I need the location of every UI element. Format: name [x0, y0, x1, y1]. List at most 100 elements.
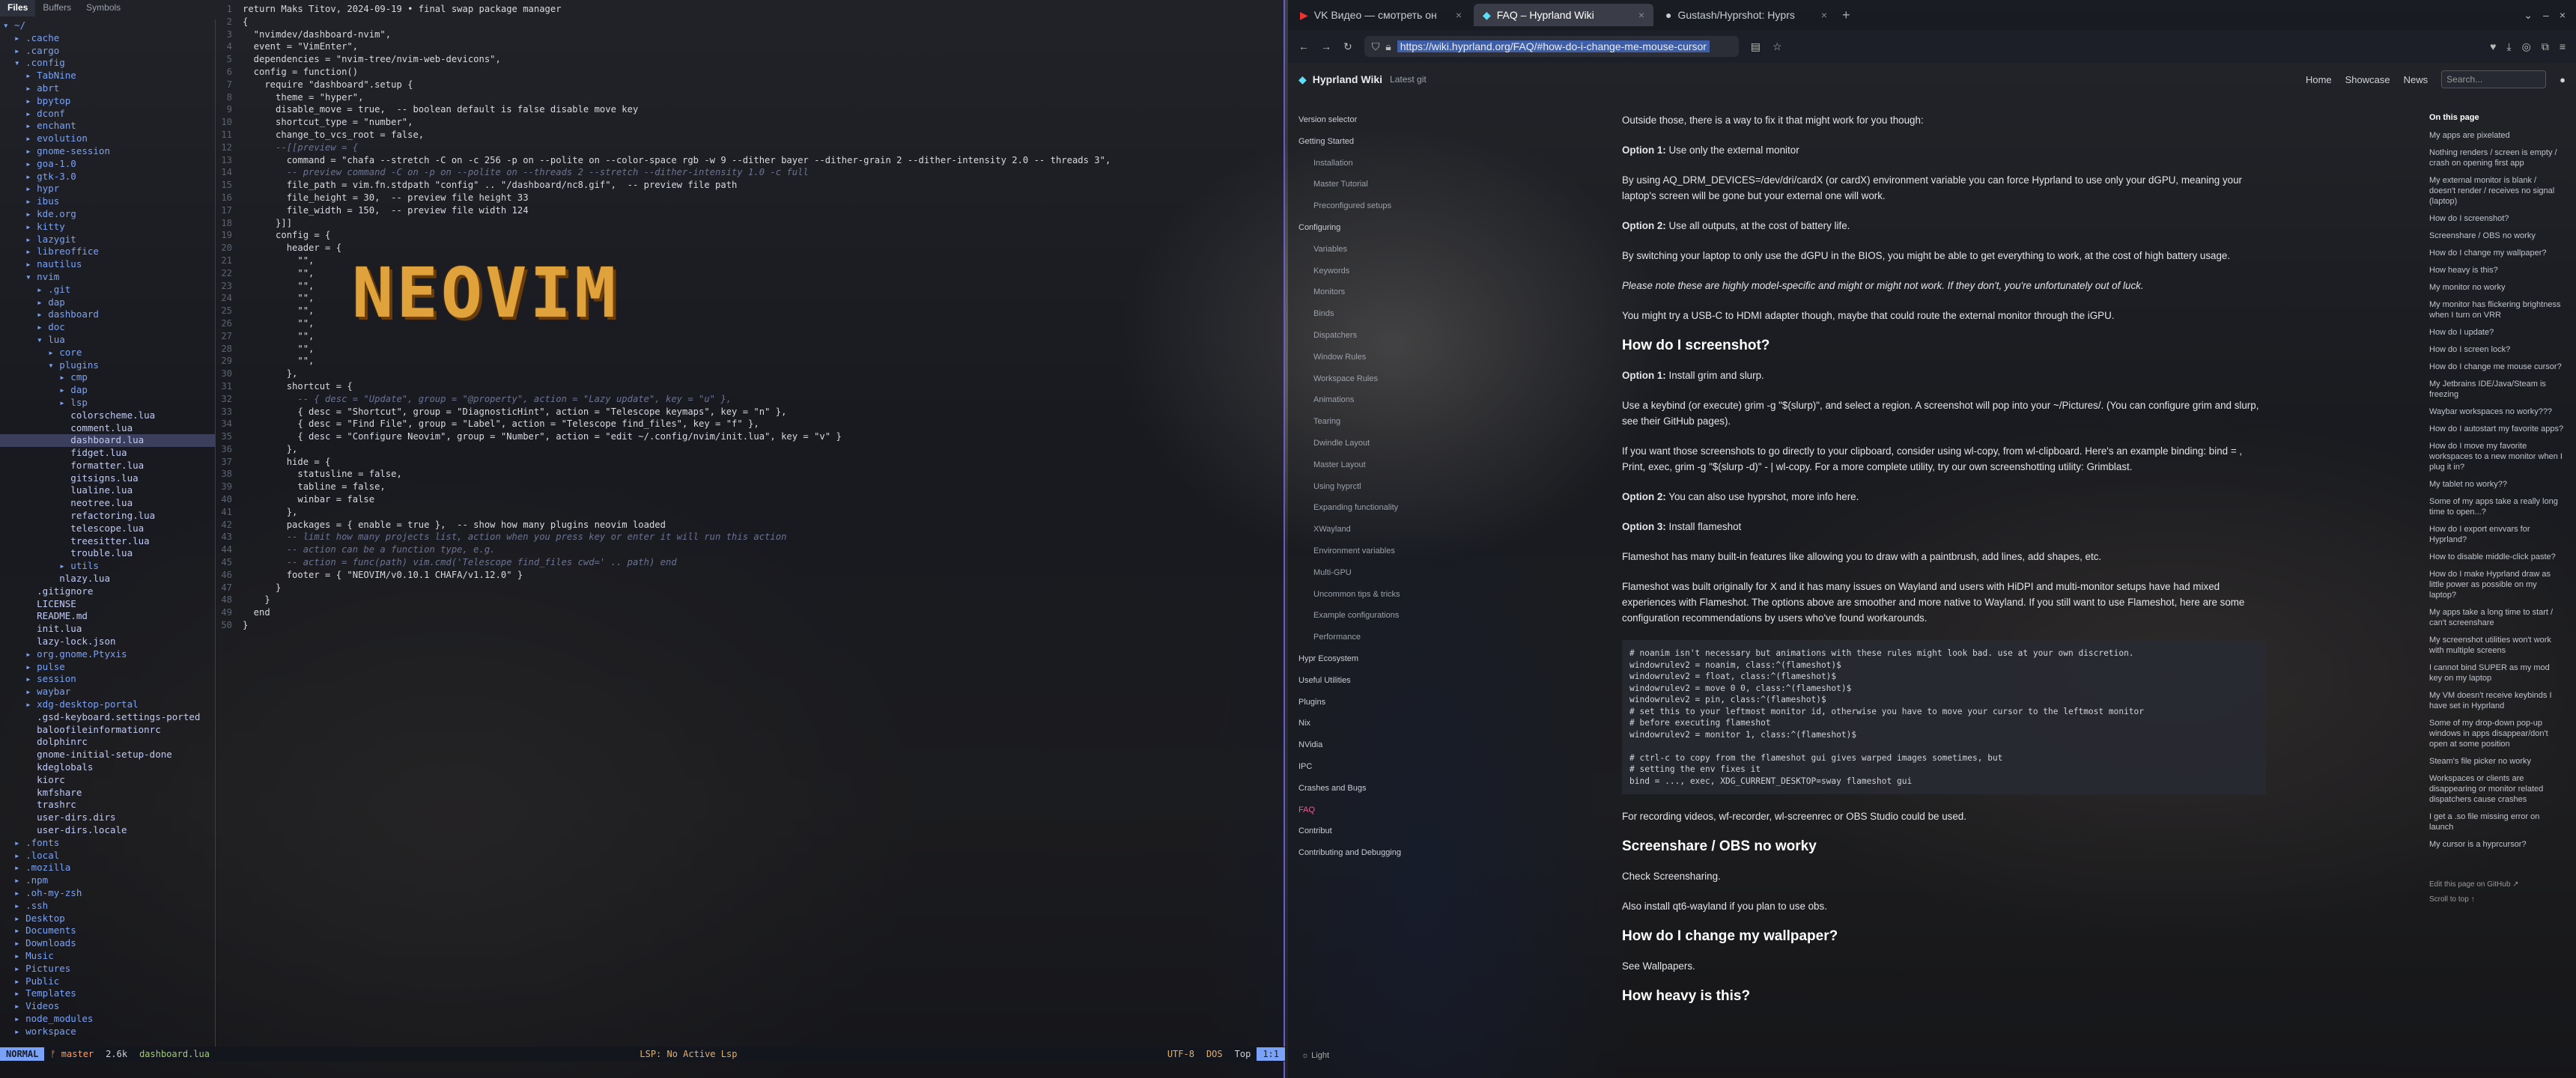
tree-folder[interactable]: ▸ gtk-3.0 [0, 171, 215, 183]
tree-folder[interactable]: ▸ org.gnome.Ptyxis [0, 648, 215, 661]
code-line[interactable]: 12 --[[preview = { [217, 141, 1281, 154]
tree-folder[interactable]: ▸ evolution [0, 133, 215, 145]
sidebar-item[interactable]: Dispatchers [1298, 325, 1426, 347]
code-line[interactable]: 32 -- { desc = "Update", group = "@prope… [217, 393, 1281, 406]
tree-folder[interactable]: ▸ bpytop [0, 95, 215, 108]
tree-file[interactable]: user-dirs.locale [0, 824, 215, 837]
sidebar-item[interactable]: Preconfigured setups [1298, 195, 1426, 217]
sidebar-item[interactable]: Installation [1298, 153, 1426, 174]
tree-folder[interactable]: ▸ dconf [0, 108, 215, 121]
back-icon[interactable]: ← [1298, 40, 1309, 52]
nav-news[interactable]: News [2404, 74, 2428, 85]
close-icon[interactable]: × [1456, 9, 1462, 21]
tree-file[interactable]: baloofileinformationrc [0, 724, 215, 737]
toc-footer-link[interactable]: Edit this page on GitHub ↗ [2429, 880, 2564, 890]
tree-folder[interactable]: ▸ lazygit [0, 234, 215, 246]
toc-item[interactable]: Workspaces or clients are disappearing o… [2429, 773, 2564, 805]
sidebar-item[interactable]: Using hyprctl [1298, 476, 1426, 498]
sidebar-item[interactable]: Configuring [1298, 217, 1426, 239]
tree-folder[interactable]: ▸ .cache [0, 32, 215, 45]
code-line[interactable]: 3 "nvimdev/dashboard-nvim", [217, 28, 1281, 41]
toc-footer-link[interactable]: Scroll to top ↑ [2429, 895, 2564, 905]
pocket-icon[interactable]: ♥ [2490, 40, 2496, 53]
code-line[interactable]: 13 command = "chafa --stretch -C on -c 2… [217, 154, 1281, 167]
toc-item[interactable]: I cannot bind SUPER as my mod key on my … [2429, 663, 2564, 683]
sidebar-item[interactable]: Nix [1298, 713, 1426, 734]
tree-file[interactable]: trashrc [0, 799, 215, 811]
browser-tab-faq[interactable]: ◆ FAQ – Hyprland Wiki × [1474, 4, 1653, 26]
sidebar-item[interactable]: XWayland [1298, 519, 1426, 540]
tree-folder[interactable]: ▸ dashboard [0, 308, 215, 321]
toc-item[interactable]: How do I export envvars for Hyprland? [2429, 524, 2564, 545]
tree-folder[interactable]: ▾ nvim [0, 271, 215, 284]
code-line[interactable]: 35 { desc = "Configure Neovim", group = … [217, 430, 1281, 443]
code-line[interactable]: 15 file_path = vim.fn.stdpath "config" .… [217, 179, 1281, 192]
tree-folder[interactable]: ▸ dap [0, 296, 215, 309]
code-line[interactable]: 40 winbar = false [217, 493, 1281, 506]
code-line[interactable]: 4 event = "VimEnter", [217, 40, 1281, 53]
toc-item[interactable]: My cursor is a hyprcursor? [2429, 839, 2564, 850]
sidebar-item[interactable]: Environment variables [1298, 540, 1426, 562]
tree-folder[interactable]: ▸ libreoffice [0, 246, 215, 258]
sidebar-item[interactable]: Expanding functionality [1298, 497, 1426, 519]
sidebar-item[interactable]: Contributing and Debugging [1298, 842, 1426, 864]
toc-item[interactable]: My apps take a long time to start / can'… [2429, 607, 2564, 628]
tree-file[interactable]: kmfshare [0, 787, 215, 800]
code-line[interactable]: 28 "", [217, 343, 1281, 356]
tree-file[interactable]: init.lua [0, 623, 215, 636]
toc-item[interactable]: How do I change me mouse cursor? [2429, 362, 2564, 372]
toc-item[interactable]: Steam's file picker no worky [2429, 756, 2564, 767]
nav-showcase[interactable]: Showcase [2345, 74, 2390, 85]
tree-folder[interactable]: ▸ hypr [0, 183, 215, 195]
code-line[interactable]: 10 shortcut_type = "number", [217, 116, 1281, 129]
tab-files[interactable]: Files [0, 0, 36, 16]
reader-icon[interactable]: ▤ [1751, 40, 1761, 53]
code-line[interactable]: 17 file_width = 150, -- preview file wid… [217, 204, 1281, 217]
tab-buffers[interactable]: Buffers [35, 0, 79, 16]
code-line[interactable]: 8 theme = "hyper", [217, 91, 1281, 104]
tree-file[interactable]: dashboard.lua [0, 434, 215, 448]
tree-file[interactable]: README.md [0, 610, 215, 623]
sidebar-item[interactable]: Binds [1298, 303, 1426, 325]
toc-item[interactable]: I get a .so file missing error on launch [2429, 811, 2564, 832]
tree-folder[interactable]: ▸ Documents [0, 925, 215, 937]
sidebar-item[interactable]: Master Tutorial [1298, 174, 1426, 195]
tree-file[interactable]: gitsigns.lua [0, 472, 215, 485]
toc-item[interactable]: How heavy is this? [2429, 265, 2564, 275]
toc-item[interactable]: How do I update? [2429, 327, 2564, 338]
theme-toggle[interactable]: ☼ Light [1301, 1051, 1329, 1060]
sidebar-item[interactable]: Crashes and Bugs [1298, 778, 1426, 800]
list-tabs-icon[interactable]: ⌄ [2524, 9, 2533, 22]
sidebar-item[interactable]: Contribut [1298, 820, 1426, 842]
tree-folder[interactable]: ▸ node_modules [0, 1013, 215, 1026]
code-line[interactable]: 2{ [217, 16, 1281, 28]
toc-item[interactable]: My Jetbrains IDE/Java/Steam is freezing [2429, 379, 2564, 400]
tree-folder[interactable]: ▸ .oh-my-zsh [0, 887, 215, 900]
toc-item[interactable]: How do I move my favorite workspaces to … [2429, 441, 2564, 472]
tree-folder[interactable]: ▸ TabNine [0, 70, 215, 82]
tree-file[interactable]: fidget.lua [0, 447, 215, 460]
tree-folder[interactable]: ▸ xdg-desktop-portal [0, 698, 215, 711]
sidebar-item[interactable]: Tearing [1298, 411, 1426, 433]
toc-item[interactable]: My monitor has flickering brightness whe… [2429, 299, 2564, 320]
minimize-icon[interactable]: – [2543, 9, 2549, 22]
code-line[interactable]: 9 disable_move = true, -- boolean defaul… [217, 103, 1281, 116]
reload-icon[interactable]: ↻ [1343, 40, 1352, 53]
toc-item[interactable]: How do I make Hyprland draw as little po… [2429, 569, 2564, 600]
tree-folder[interactable]: ▸ Music [0, 950, 215, 963]
tree-folder[interactable]: ▾ plugins [0, 359, 215, 372]
code-line[interactable]: 42 packages = { enable = true }, -- show… [217, 519, 1281, 532]
bookmark-star-icon[interactable]: ☆ [1772, 40, 1782, 53]
nav-home[interactable]: Home [2306, 74, 2332, 85]
toc-item[interactable]: Screenshare / OBS no worky [2429, 231, 2564, 241]
menu-icon[interactable]: ≡ [2560, 40, 2566, 53]
close-icon[interactable]: × [1821, 9, 1827, 21]
tree-file[interactable]: gnome-initial-setup-done [0, 749, 215, 761]
sidebar-item[interactable]: Multi-GPU [1298, 562, 1426, 584]
code-line[interactable]: 36 }, [217, 443, 1281, 456]
tree-folder[interactable]: ▸ session [0, 673, 215, 686]
code-line[interactable]: 39 tabline = false, [217, 481, 1281, 493]
sidebar-item[interactable]: FAQ [1298, 800, 1426, 821]
sidebar-item[interactable]: IPC [1298, 756, 1426, 778]
tree-folder[interactable]: ▸ .mozilla [0, 862, 215, 874]
